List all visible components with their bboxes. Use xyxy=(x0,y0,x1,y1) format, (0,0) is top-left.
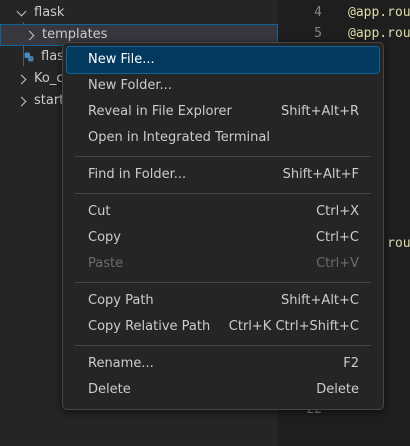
menu-separator xyxy=(75,193,371,194)
menu-item-label: Paste xyxy=(88,256,124,271)
line-number: 5 xyxy=(314,26,322,41)
menu-item-copy[interactable]: Copy Ctrl+C xyxy=(67,225,379,251)
menu-item-label: Copy Relative Path xyxy=(88,319,211,334)
menu-item-new-file[interactable]: New File... xyxy=(66,46,380,74)
menu-item-label: Copy xyxy=(88,230,121,245)
menu-item-shortcut: Shift+Alt+R xyxy=(281,104,359,119)
code-text: @app.rou xyxy=(348,2,410,23)
menu-item-shortcut: Delete xyxy=(316,382,359,397)
tree-item-flask[interactable]: flask xyxy=(0,2,278,24)
menu-item-cut[interactable]: Cut Ctrl+X xyxy=(67,199,379,225)
code-line[interactable]: 5 @app.rou xyxy=(278,23,410,44)
menu-item-reveal-in-file-explorer[interactable]: Reveal in File Explorer Shift+Alt+R xyxy=(67,99,379,125)
menu-item-shortcut: Ctrl+X xyxy=(316,204,359,219)
code-token: @app.rou xyxy=(348,26,410,41)
menu-item-label: Delete xyxy=(88,382,131,397)
menu-item-label: Copy Path xyxy=(88,293,154,308)
menu-item-label: New Folder... xyxy=(88,78,172,93)
tree-item-label: flask xyxy=(34,5,65,20)
python-file-icon xyxy=(24,52,34,62)
menu-item-copy-path[interactable]: Copy Path Shift+Alt+C xyxy=(67,288,379,314)
menu-item-copy-relative-path[interactable]: Copy Relative Path Ctrl+K Ctrl+Shift+C xyxy=(67,314,379,340)
menu-item-paste: Paste Ctrl+V xyxy=(67,251,379,277)
chevron-right-icon xyxy=(24,30,35,41)
menu-item-shortcut: Ctrl+C xyxy=(315,230,359,245)
menu-separator xyxy=(75,156,371,157)
menu-item-find-in-folder[interactable]: Find in Folder... Shift+Alt+F xyxy=(67,162,379,188)
menu-item-label: Open in Integrated Terminal xyxy=(88,130,270,145)
menu-item-label: New File... xyxy=(88,52,155,67)
menu-item-shortcut: F2 xyxy=(343,356,359,371)
menu-item-shortcut: Shift+Alt+F xyxy=(282,167,359,182)
chevron-right-icon xyxy=(16,96,27,107)
menu-item-label: Rename... xyxy=(88,356,154,371)
line-number: 4 xyxy=(314,5,322,20)
menu-item-open-in-integrated-terminal[interactable]: Open in Integrated Terminal xyxy=(67,125,379,151)
menu-item-shortcut: Shift+Alt+C xyxy=(280,293,359,308)
tree-item-label: flas xyxy=(41,49,64,64)
context-menu: New File... New Folder... Reveal in File E… xyxy=(62,42,384,410)
menu-item-delete[interactable]: Delete Delete xyxy=(67,377,379,403)
menu-item-shortcut: Ctrl+K Ctrl+Shift+C xyxy=(228,319,359,334)
code-line[interactable]: 4 @app.rou xyxy=(278,2,410,23)
menu-item-label: Find in Folder... xyxy=(88,167,187,182)
menu-separator xyxy=(75,282,371,283)
chevron-right-icon xyxy=(16,74,27,85)
code-token: @app.rou xyxy=(348,5,410,20)
menu-item-new-folder[interactable]: New Folder... xyxy=(67,73,379,99)
code-text: @app.rou xyxy=(348,23,410,44)
menu-item-rename[interactable]: Rename... F2 xyxy=(67,351,379,377)
menu-item-shortcut: Ctrl+V xyxy=(316,256,359,271)
menu-separator xyxy=(75,345,371,346)
menu-item-label: Cut xyxy=(88,204,111,219)
menu-item-label: Reveal in File Explorer xyxy=(88,104,232,119)
chevron-down-icon xyxy=(16,6,27,17)
